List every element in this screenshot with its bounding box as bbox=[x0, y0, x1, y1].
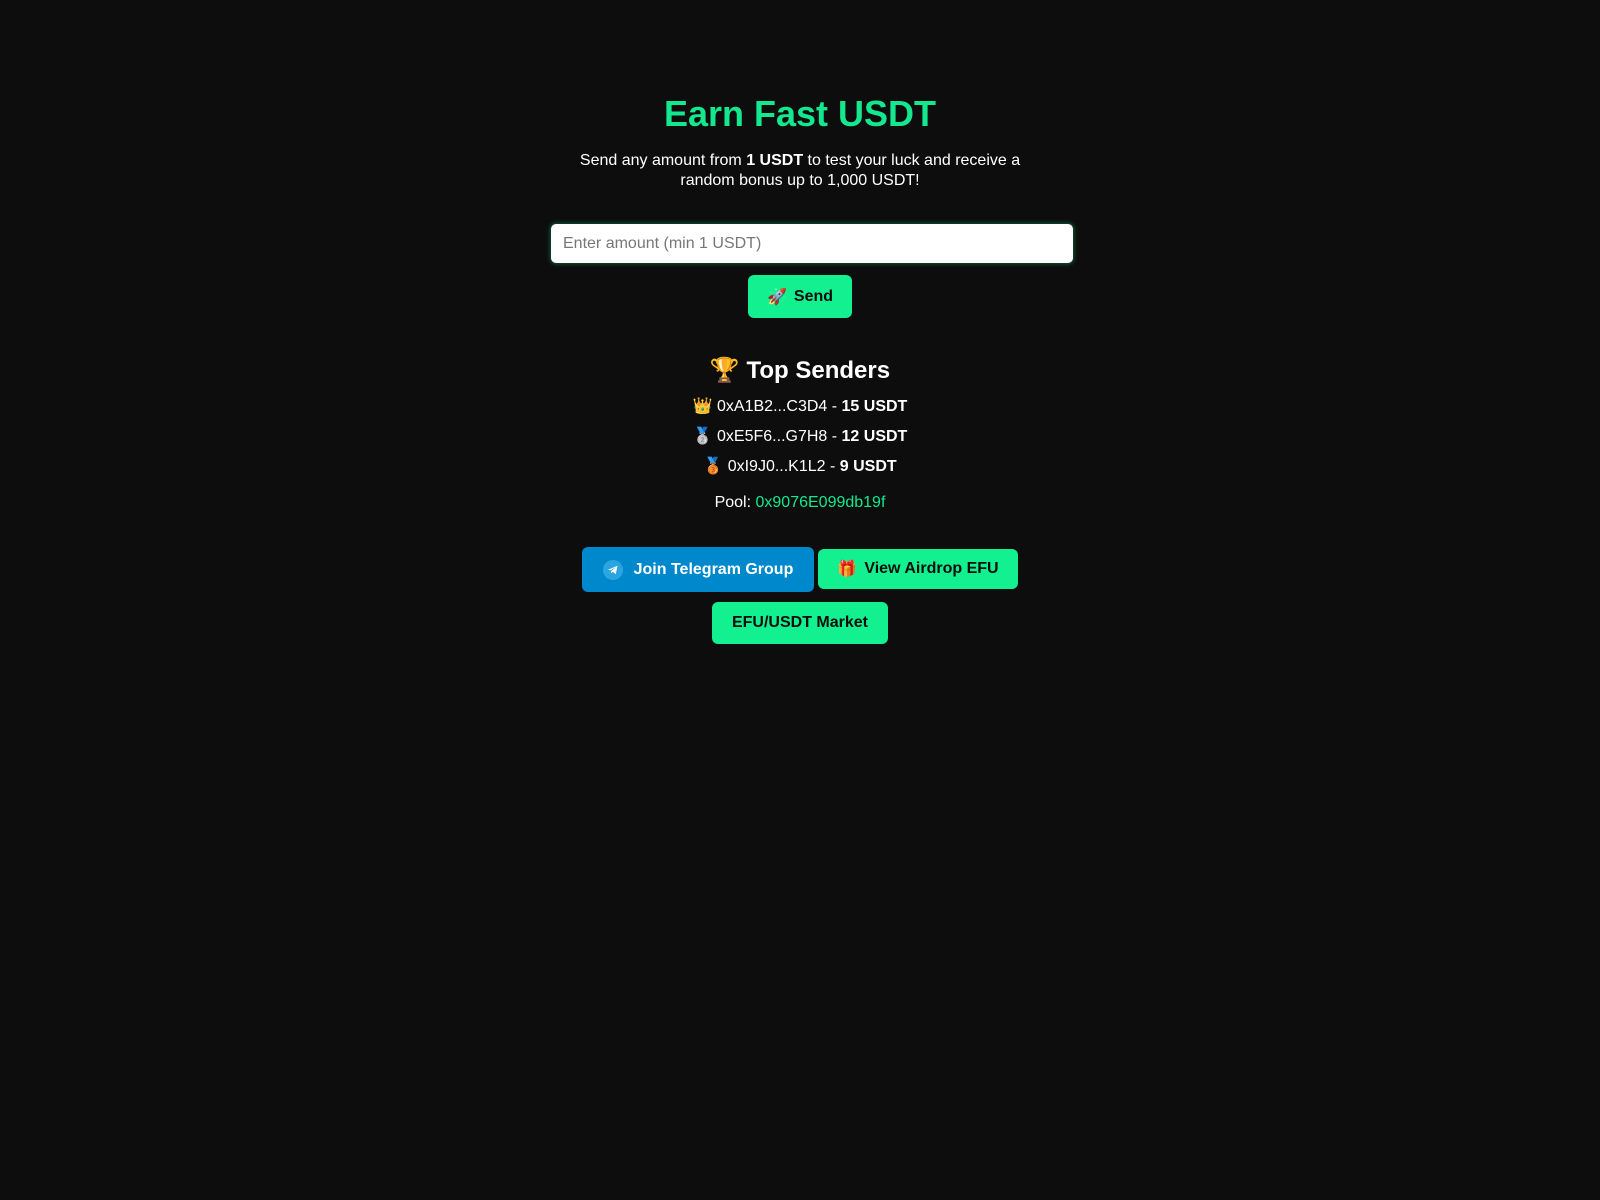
trophy-icon: 🏆 bbox=[709, 357, 740, 384]
pool-info: Pool: 0x9076E099db19f bbox=[0, 493, 1600, 513]
page-title: Earn Fast USDT bbox=[663, 93, 937, 134]
sender-address: 0xA1B2...C3D4 bbox=[717, 398, 828, 415]
bronze-medal-icon: 🥉 bbox=[703, 458, 724, 475]
pool-address[interactable]: 0x9076E099db19f bbox=[756, 494, 886, 511]
subtitle-line-2: random bonus up to 1,000 USDT! bbox=[680, 172, 920, 189]
telegram-icon bbox=[602, 559, 623, 580]
subtitle: Send any amount from 1 USDT to test your… bbox=[0, 151, 1600, 191]
send-button[interactable]: 🚀 Send bbox=[748, 275, 852, 318]
sender-address: 0xI9J0...K1L2 bbox=[727, 458, 826, 475]
top-senders-title: Top Senders bbox=[746, 357, 891, 384]
view-airdrop-button[interactable]: 🎁 View Airdrop EFU bbox=[818, 549, 1018, 589]
rocket-icon: 🚀 bbox=[766, 288, 787, 306]
sender-address: 0xE5F6...G7H8 bbox=[717, 428, 828, 445]
sender-separator: - bbox=[827, 398, 842, 415]
join-telegram-label: Join Telegram Group bbox=[633, 560, 794, 578]
market-button-label: EFU/USDT Market bbox=[731, 614, 869, 631]
sender-separator: - bbox=[825, 458, 840, 475]
silver-medal-icon: 🥈 bbox=[692, 428, 713, 445]
sender-row: 👑 0xA1B2...C3D4 - 15 USDT bbox=[0, 397, 1600, 417]
view-airdrop-label: View Airdrop EFU bbox=[864, 560, 999, 577]
subtitle-text-1: Send any amount from bbox=[579, 152, 747, 169]
subtitle-line-1: Send any amount from 1 USDT to test your… bbox=[0, 151, 1600, 171]
pool-label: Pool: bbox=[714, 494, 756, 511]
subtitle-text-2: to test your luck and receive a bbox=[803, 152, 1021, 169]
subtitle-min-amount: 1 USDT bbox=[746, 152, 804, 169]
join-telegram-button[interactable]: Join Telegram Group bbox=[582, 547, 814, 592]
gift-icon: 🎁 bbox=[837, 561, 858, 578]
market-button[interactable]: EFU/USDT Market bbox=[712, 602, 888, 644]
amount-input[interactable] bbox=[550, 223, 1074, 264]
sender-row: 🥈 0xE5F6...G7H8 - 12 USDT bbox=[0, 427, 1600, 447]
page: Earn Fast USDT Send any amount from 1 US… bbox=[0, 0, 1600, 1200]
sender-amount: 15 USDT bbox=[841, 398, 908, 415]
top-senders-heading: 🏆 Top Senders bbox=[0, 355, 1600, 387]
sender-separator: - bbox=[827, 428, 842, 445]
sender-row: 🥉 0xI9J0...K1L2 - 9 USDT bbox=[0, 457, 1600, 477]
crown-icon: 👑 bbox=[692, 398, 713, 415]
sender-amount: 12 USDT bbox=[841, 428, 908, 445]
paper-plane-icon bbox=[607, 565, 618, 574]
send-button-label: Send bbox=[793, 287, 834, 305]
sender-amount: 9 USDT bbox=[839, 458, 897, 475]
